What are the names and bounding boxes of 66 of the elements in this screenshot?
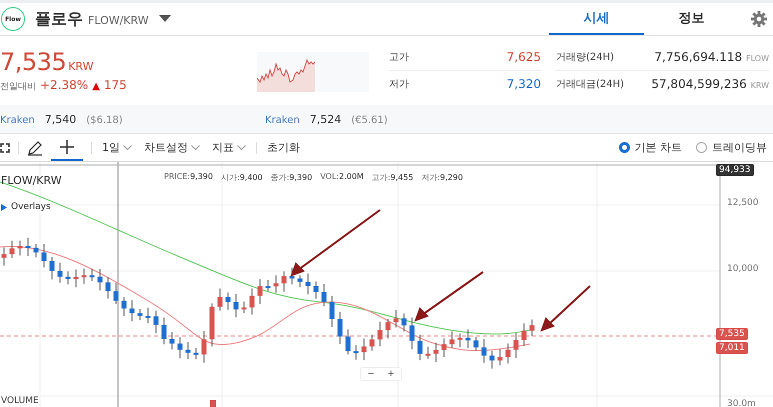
axis-label: 30.0m	[727, 399, 756, 407]
info-value: 9,290	[440, 173, 463, 182]
stat-unit: KRW	[750, 80, 769, 90]
exchange-price: 7,524	[310, 112, 342, 126]
price-unit: KRW	[68, 60, 94, 73]
view-radio[interactable]: 트레이딩뷰	[696, 140, 767, 155]
stat-value: 7,625	[506, 50, 541, 64]
chevron-icon	[123, 144, 132, 150]
triangle-icon	[1, 204, 7, 210]
stat-label: 거래량(24H)	[556, 51, 614, 64]
up-triangle-icon: ▲	[92, 81, 100, 92]
view-radio[interactable]: 기본 차트	[618, 140, 682, 155]
stat-value: 57,804,599,236	[651, 76, 747, 90]
converted-price: (€5.61)	[351, 114, 388, 126]
info-label: 종가:	[270, 173, 290, 182]
info-value: 2.00M	[338, 172, 364, 181]
info-value: 9,390	[289, 173, 312, 182]
zoom-button[interactable]: +	[381, 368, 401, 380]
arrow-annotation	[414, 271, 484, 322]
dropdown-menu[interactable]: 차트설정	[142, 140, 202, 155]
reset-button[interactable]: 초기화	[265, 140, 302, 155]
info-label: 저가:	[421, 173, 440, 182]
dropdown-menu[interactable]: 지표	[210, 140, 248, 155]
coin-pair: FLOW/KRW	[88, 14, 149, 27]
stat-value: 7,320	[506, 76, 541, 90]
dropdown-menu[interactable]: 1일	[100, 140, 134, 155]
info-label: 시가:	[220, 173, 240, 182]
overlays-toggle[interactable]: Overlays	[1, 202, 51, 212]
stat-label: 거래대금(24H)	[556, 78, 624, 90]
axis-label: 12,500	[727, 198, 758, 208]
stat-label: 고가	[389, 51, 409, 64]
info-value: 9,455	[390, 173, 414, 182]
chevron-icon	[237, 144, 246, 150]
info-label: PRICE:	[164, 172, 190, 181]
settings-icon[interactable]	[751, 11, 767, 27]
axis-label: 10,000	[727, 264, 758, 274]
price-tag: 94,933	[716, 164, 754, 176]
price-tag: 7,535	[716, 328, 748, 340]
current-price: 7,535	[0, 48, 66, 76]
stat-value: 7,756,694.118	[654, 50, 742, 64]
price-tag: 7,011	[716, 342, 748, 354]
chevron-icon	[191, 144, 200, 150]
change-label: 전일대비	[0, 81, 36, 93]
info-value: 9,390	[190, 172, 213, 181]
arrow-annotation	[540, 285, 591, 332]
chart-title: FLOW/KRW	[1, 174, 62, 187]
exchange-link[interactable]: Kraken	[0, 114, 35, 126]
info-value: 9,400	[240, 173, 263, 182]
volume-label: VOLUME	[1, 396, 39, 406]
coin-name: 플로우	[35, 8, 83, 30]
stat-unit: FLOW	[746, 54, 769, 63]
tab[interactable]: 정보	[644, 3, 739, 35]
change-percent: +2.38%	[40, 78, 88, 92]
zoom-button[interactable]: −	[361, 368, 381, 380]
pencil-icon[interactable]	[27, 140, 43, 156]
caret-icon[interactable]	[158, 15, 171, 23]
info-label: 고가:	[372, 173, 390, 182]
change-amount: 175	[104, 78, 127, 92]
volume-bar	[210, 400, 216, 407]
exchange-link[interactable]: Kraken	[265, 114, 300, 126]
converted-price: ($6.18)	[86, 114, 123, 126]
plus-icon	[60, 140, 74, 154]
fullscreen-icon[interactable]	[0, 142, 10, 152]
stat-label: 저가	[389, 78, 409, 90]
info-label: VOL:	[320, 172, 339, 181]
exchange-price: 7,540	[44, 112, 76, 126]
